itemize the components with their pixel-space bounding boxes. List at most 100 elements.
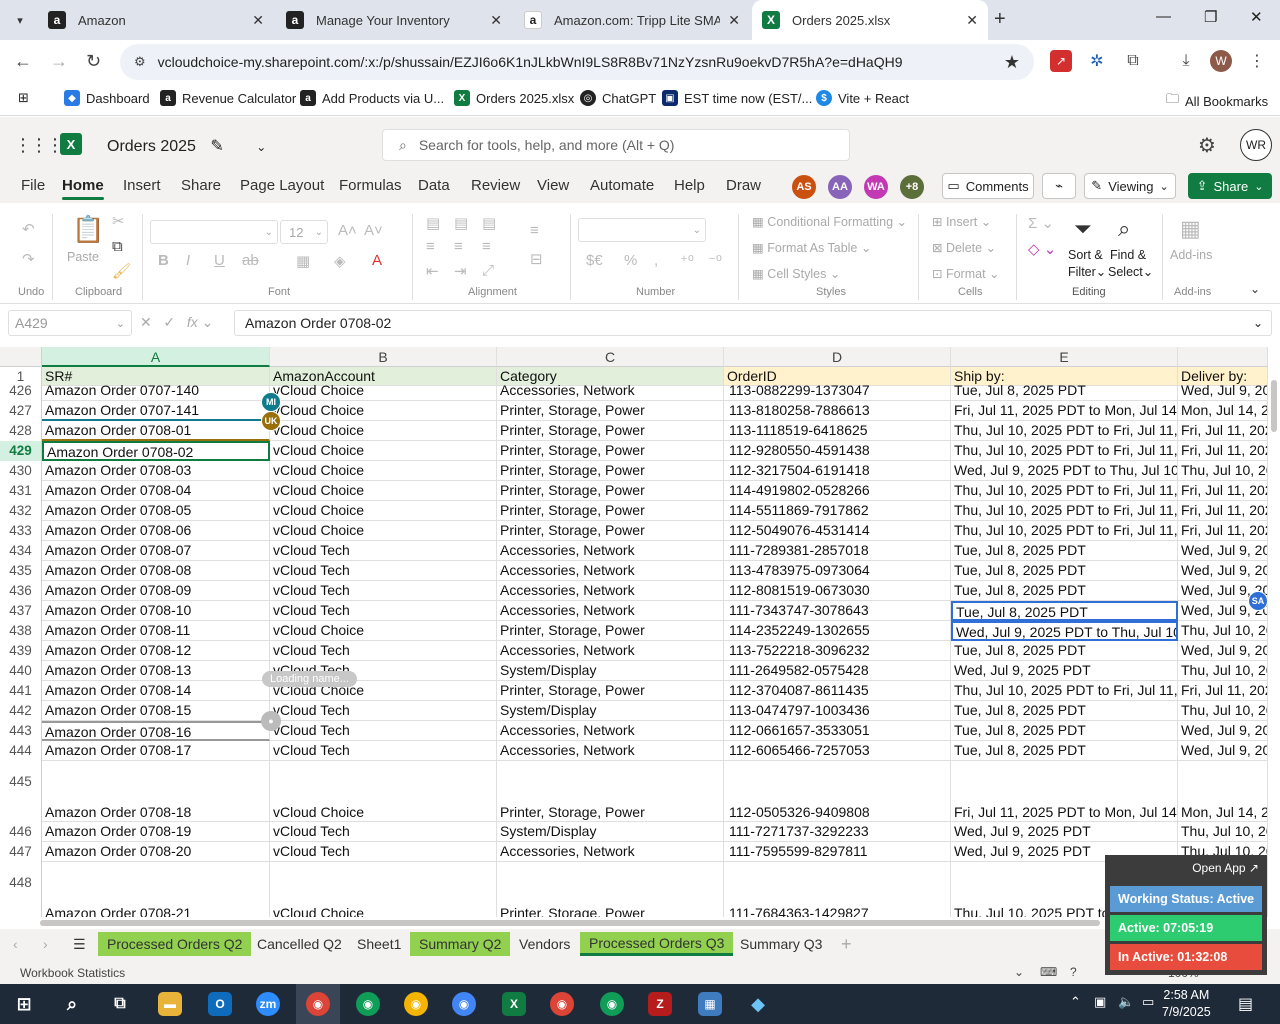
table-row[interactable]: 430 Amazon Order 0708-03 vCloud Choice Prin… xyxy=(0,461,1268,481)
tab-review[interactable]: Review xyxy=(471,177,520,194)
cell-c[interactable]: System/Display xyxy=(497,661,724,681)
table-row[interactable]: 448 Amazon Order 0708-21 vCloud Choice Prin… xyxy=(0,862,1268,917)
column-header-a[interactable]: A xyxy=(42,347,270,367)
cell-f[interactable]: Wed, Jul 9, 2025 PDT xyxy=(1178,721,1268,741)
wrap-text-icon[interactable]: ≡ xyxy=(530,222,539,239)
row-number[interactable]: 427 xyxy=(0,401,42,421)
table-row[interactable]: 429 Amazon Order 0708-02 vCloud Choice Prin… xyxy=(0,441,1268,461)
table-row[interactable]: 447 Amazon Order 0708-20 vCloud Tech Access… xyxy=(0,842,1268,862)
workbook-statistics[interactable]: Workbook Statistics xyxy=(20,966,125,980)
cell-d[interactable]: 112-0661657-3533051 xyxy=(724,721,951,741)
cell-f[interactable]: Thu, Jul 10, 2025 PDT xyxy=(1178,661,1268,681)
url-bar[interactable]: ⚙ vcloudchoice-my.sharepoint.com/:x:/p/s… xyxy=(120,44,1034,80)
cell-d[interactable]: 111-7684363-1429827 xyxy=(724,862,951,917)
cell-f[interactable]: Fri, Jul 11, 2025 PDT xyxy=(1178,681,1268,701)
more-collaborators-badge[interactable]: +8 xyxy=(898,173,926,201)
row-number[interactable]: 448 xyxy=(0,862,42,917)
pdf-extension-icon[interactable]: ↗ xyxy=(1050,50,1072,72)
decrease-decimal-icon[interactable]: ⁻⁰ xyxy=(708,252,722,270)
cell-f[interactable]: Fri, Jul 11, 2025 PDT xyxy=(1178,521,1268,541)
tab-share[interactable]: Share xyxy=(181,177,221,194)
cell-d[interactable]: 114-2352249-1302655 xyxy=(724,621,951,641)
cell-e[interactable]: Tue, Jul 8, 2025 PDT xyxy=(951,381,1178,401)
bold-icon[interactable]: B xyxy=(158,252,169,269)
download-icon[interactable]: ⤓ xyxy=(1175,50,1197,72)
search-input[interactable]: ⌕ Search for tools, help, and more (Alt … xyxy=(382,129,850,161)
name-box[interactable]: A429 ⌄ xyxy=(8,310,132,336)
sheet-tab[interactable]: Cancelled Q2 xyxy=(248,932,351,956)
close-tab-icon[interactable]: ✕ xyxy=(966,12,978,29)
cell-c[interactable]: Printer, Storage, Power xyxy=(497,461,724,481)
cell-e[interactable]: Thu, Jul 10, 2025 PDT to Fri, Jul 11, 20… xyxy=(951,481,1178,501)
formula-input[interactable]: Amazon Order 0708-02 ⌄ xyxy=(234,310,1272,336)
sheet-tab[interactable]: Summary Q2 xyxy=(410,932,511,956)
collaborator-avatar[interactable]: AS xyxy=(790,173,818,201)
cell-c[interactable]: Printer, Storage, Power xyxy=(497,421,724,441)
autosum-icon[interactable]: Σ ⌄ xyxy=(1028,214,1054,232)
comments-button[interactable]: ▭ Comments xyxy=(942,173,1034,199)
tab-file[interactable]: File xyxy=(21,177,45,194)
collaborator-avatar[interactable]: AA xyxy=(826,173,854,201)
addins-label[interactable]: Add-ins xyxy=(1170,248,1212,262)
url-text[interactable]: vcloudchoice-my.sharepoint.com/:x:/p/shu… xyxy=(158,54,903,70)
row-number[interactable]: 434 xyxy=(0,541,42,561)
all-bookmarks[interactable]: 🗀 All Bookmarks xyxy=(1166,90,1268,112)
chrome-icon[interactable]: ◉ xyxy=(600,992,624,1016)
table-row[interactable]: 442 Amazon Order 0708-15 vCloud Tech System… xyxy=(0,701,1268,721)
cell-b[interactable]: vCloud Tech xyxy=(270,641,497,661)
align-middle-icon[interactable]: ▤ xyxy=(454,214,468,232)
cell-c[interactable]: Accessories, Network xyxy=(497,561,724,581)
sort-filter-label-2[interactable]: Filter⌄ xyxy=(1068,264,1106,279)
task-view-icon[interactable]: ⧉ xyxy=(108,992,132,1016)
cell-f[interactable]: Wed, Jul 9, 2025 PDT xyxy=(1178,741,1268,761)
align-right-icon[interactable]: ≡ xyxy=(482,238,491,255)
table-row[interactable]: 431 Amazon Order 0708-04 vCloud Choice Prin… xyxy=(0,481,1268,501)
zoom-app-icon[interactable]: zm xyxy=(256,992,280,1016)
table-row[interactable]: 443 Amazon Order 0708-16 vCloud Tech Access… xyxy=(0,721,1268,741)
cell-f[interactable]: Wed, Jul 9, 2025 PDT xyxy=(1178,541,1268,561)
cell-f[interactable]: Fri, Jul 11, 2025 PDT xyxy=(1178,421,1268,441)
cell-d[interactable]: 112-0505326-9409808 xyxy=(724,761,951,822)
vertical-scroll-thumb[interactable] xyxy=(1271,380,1277,432)
bookmark-add-products[interactable]: a Add Products via U... xyxy=(300,90,444,106)
browser-tab-tripp-lite[interactable]: a Amazon.com: Tripp Lite SMART ✕ xyxy=(514,0,750,40)
table-row[interactable]: 446 Amazon Order 0708-19 vCloud Tech System… xyxy=(0,822,1268,842)
cell-c[interactable]: Printer, Storage, Power xyxy=(497,441,724,461)
cell-f[interactable]: Thu, Jul 10, 2025 PDT xyxy=(1178,701,1268,721)
cell-d[interactable]: 113-8180258-7886613 xyxy=(724,401,951,421)
font-color-icon[interactable]: A xyxy=(372,252,382,269)
bookmark-chatgpt[interactable]: ◎ ChatGPT xyxy=(580,90,656,106)
tray-overflow-icon[interactable]: ⌃ xyxy=(1070,994,1081,1010)
cell-c[interactable]: Accessories, Network xyxy=(497,381,724,401)
cell-d[interactable]: 113-7522218-3096232 xyxy=(724,641,951,661)
row-number[interactable]: 444 xyxy=(0,741,42,761)
reload-icon[interactable]: ↻ xyxy=(86,51,101,72)
cell-c[interactable]: Accessories, Network xyxy=(497,581,724,601)
table-row[interactable]: 427 Amazon Order 0707-141 vCloud Choice Pri… xyxy=(0,401,1268,421)
addins-icon[interactable]: ▦ xyxy=(1180,216,1201,242)
excel-icon[interactable]: X xyxy=(502,992,526,1016)
cell-b[interactable]: vCloud Tech xyxy=(270,701,497,721)
cell-c[interactable]: Printer, Storage, Power xyxy=(497,621,724,641)
chrome-icon[interactable]: ◉ xyxy=(356,992,380,1016)
conditional-formatting-button[interactable]: ▦ Conditional Formatting ⌄ xyxy=(752,214,907,229)
app-launcher-icon[interactable]: ⋮⋮⋮ xyxy=(14,135,64,156)
row-number[interactable]: 432 xyxy=(0,501,42,521)
format-painter-icon[interactable]: 🖌 xyxy=(112,262,131,280)
outlook-icon[interactable]: O xyxy=(208,992,232,1016)
cell-b[interactable]: vCloud Choice xyxy=(270,621,497,641)
chrome-icon[interactable]: ◉ xyxy=(306,992,330,1016)
close-tab-icon[interactable]: ✕ xyxy=(252,12,264,29)
cancel-icon[interactable]: ✕ xyxy=(140,314,152,330)
strikethrough-icon[interactable]: ab xyxy=(242,252,259,269)
row-number[interactable]: 442 xyxy=(0,701,42,721)
volume-icon[interactable]: 🔈 xyxy=(1118,994,1134,1010)
tab-page-layout[interactable]: Page Layout xyxy=(240,177,324,194)
cell-b[interactable]: vCloud Choice xyxy=(270,481,497,501)
fill-color-icon[interactable]: ◈ xyxy=(334,252,346,270)
row-number[interactable]: 430 xyxy=(0,461,42,481)
table-row[interactable]: 436 Amazon Order 0708-09 vCloud Tech Access… xyxy=(0,581,1268,601)
close-tab-icon[interactable]: ✕ xyxy=(490,12,502,29)
cell-a[interactable]: Amazon Order 0708-15 xyxy=(42,701,270,721)
tab-search-icon[interactable]: ▾ xyxy=(8,8,32,32)
